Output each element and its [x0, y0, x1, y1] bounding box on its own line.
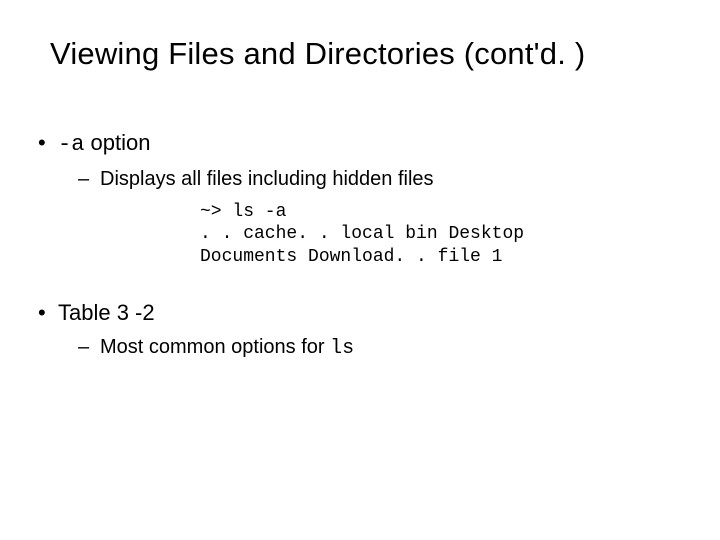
slide-title: Viewing Files and Directories (cont'd. ): [50, 36, 680, 72]
sub-bullet-hidden-files: Displays all files including hidden file…: [30, 166, 680, 193]
table-ref-label: Table 3 -2: [58, 300, 155, 325]
ls-options-text: Most common options for: [100, 336, 330, 358]
sub-bullet-ls-options: Most common options for ls: [30, 334, 680, 362]
slide: Viewing Files and Directories (cont'd. )…: [0, 0, 720, 540]
option-flag-tail: option: [84, 130, 150, 155]
option-flag: -a: [58, 132, 84, 157]
bullet-a-option: -a option: [30, 128, 680, 160]
ls-command: ls: [330, 337, 354, 360]
bullet-table-ref: Table 3 -2: [30, 298, 680, 328]
terminal-output: ~> ls -a . . cache. . local bin Desktop …: [200, 201, 680, 269]
slide-body: -a option Displays all files including h…: [30, 128, 680, 370]
